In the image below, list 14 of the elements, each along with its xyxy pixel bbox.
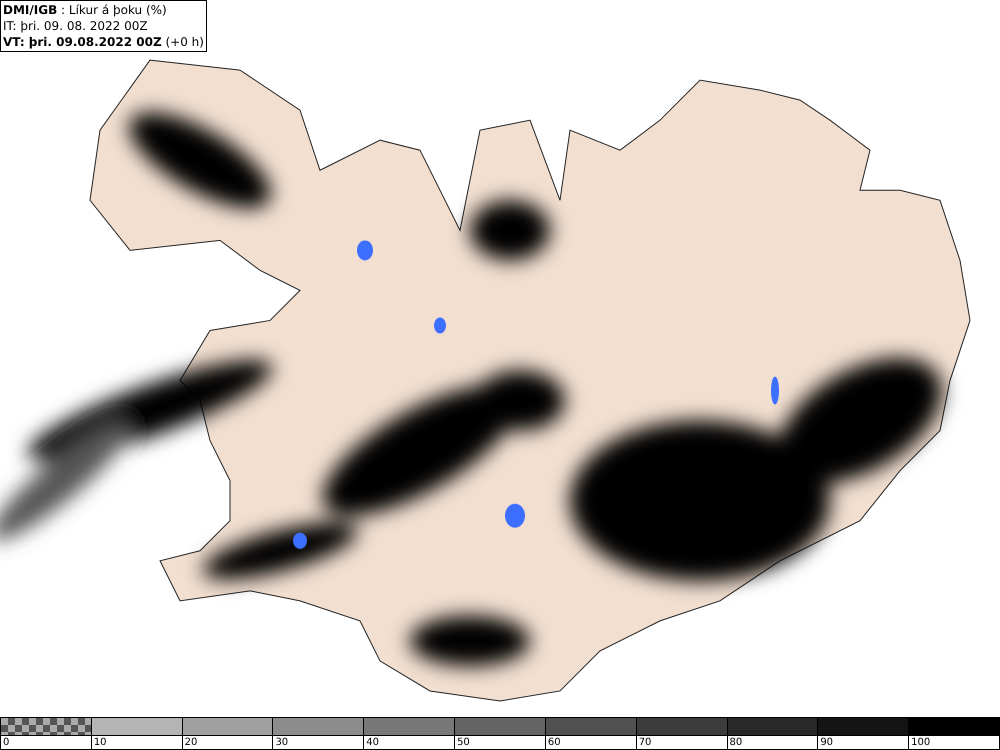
legend-label: 20 — [184, 736, 198, 749]
initial-time-text: IT: þri. 09. 08. 2022 00Z — [3, 18, 149, 34]
legend-label: 100 — [910, 736, 930, 749]
legend-label: 0 — [2, 736, 10, 749]
legend-label: 80 — [728, 736, 742, 749]
map-title: DMI/IGB : Líkur á þoku (%) — [3, 2, 168, 18]
legend-label: 10 — [92, 736, 107, 749]
legend-label: 60 — [546, 736, 561, 749]
legend-label: 40 — [365, 736, 379, 749]
legend-label: 50 — [456, 736, 470, 749]
legend-label: 30 — [274, 736, 288, 749]
legend-label: 90 — [819, 736, 834, 749]
legend-label: 70 — [638, 736, 652, 749]
valid-time-text: VT: þri. 09.08.2022 00Z (+0 h) — [3, 34, 204, 50]
